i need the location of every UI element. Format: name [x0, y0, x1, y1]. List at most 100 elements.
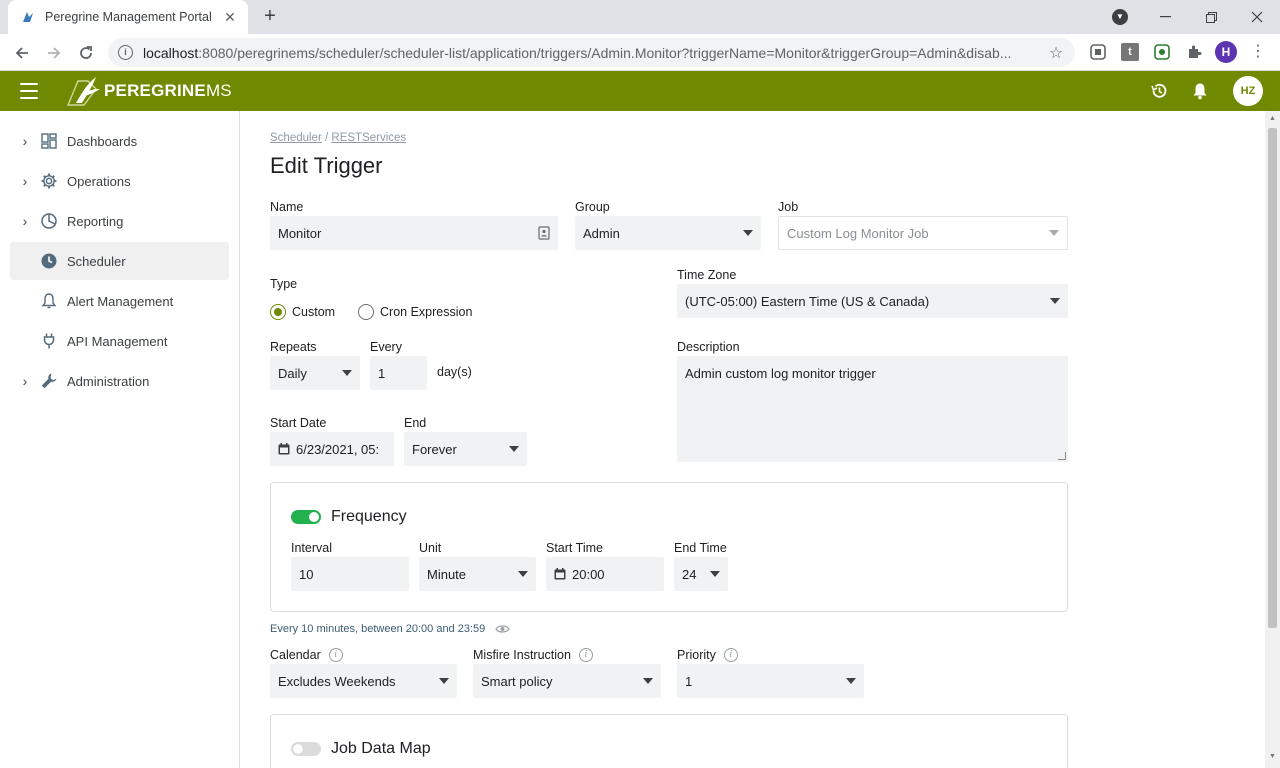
peregrine-favicon-icon [20, 9, 36, 25]
sidebar-item-api-management[interactable]: › API Management [10, 322, 229, 360]
repeats-label: Repeats [270, 340, 317, 354]
chevron-down-icon [1049, 230, 1059, 236]
restore-icon[interactable] [1188, 0, 1234, 34]
wrench-icon [40, 372, 58, 390]
repeats-select[interactable]: Daily [270, 356, 360, 390]
frequency-toggle[interactable] [291, 510, 321, 524]
sidebar-item-administration[interactable]: › Administration [10, 362, 229, 400]
extensions-puzzle-icon[interactable] [1185, 43, 1203, 61]
description-textarea[interactable]: Admin custom log monitor trigger [677, 356, 1068, 462]
info-icon[interactable]: i [723, 648, 738, 662]
minimize-icon[interactable] [1142, 0, 1188, 34]
chevron-down-icon [342, 370, 352, 376]
group-select[interactable]: Admin [575, 216, 761, 250]
chevron-right-icon: › [22, 173, 28, 189]
unit-select[interactable]: Minute [419, 557, 536, 591]
extension-t-icon[interactable]: t [1121, 43, 1139, 61]
chevron-down-icon [643, 678, 653, 684]
chevron-down-icon [710, 571, 720, 577]
user-avatar[interactable]: HZ [1233, 76, 1263, 106]
extension-grid-icon[interactable] [1089, 43, 1107, 61]
browser-menu-icon[interactable]: ⋮ [1250, 42, 1266, 62]
calendar-icon [278, 443, 290, 455]
history-icon[interactable] [1149, 81, 1169, 101]
start-time-label: Start Time [546, 541, 603, 555]
browser-tab[interactable]: Peregrine Management Portal ✕ [8, 0, 248, 34]
back-icon[interactable] [9, 40, 35, 66]
chevron-right-icon: › [22, 213, 28, 229]
sidebar-item-alert-management[interactable]: › Alert Management [10, 282, 229, 320]
every-label: Every [370, 340, 402, 354]
sidebar-item-reporting[interactable]: › Reporting [10, 202, 229, 240]
interval-input[interactable]: 10 [291, 557, 409, 591]
start-date-input[interactable]: 6/23/2021, 05: [270, 432, 394, 466]
sidebar-item-scheduler[interactable]: › Scheduler [10, 242, 229, 280]
type-custom-radio[interactable]: Custom [270, 304, 335, 320]
type-label: Type [270, 277, 298, 291]
site-info-icon[interactable]: i [118, 45, 133, 60]
sidebar-item-label: API Management [67, 333, 168, 349]
gear-icon [40, 172, 58, 190]
extension-shield-icon[interactable] [1153, 43, 1171, 61]
job-data-map-toggle[interactable] [291, 742, 321, 756]
end-select[interactable]: Forever [404, 432, 527, 466]
close-window-icon[interactable] [1234, 0, 1280, 34]
priority-select[interactable]: 1 [677, 664, 864, 698]
contact-card-icon [538, 226, 550, 240]
unit-label: Unit [419, 541, 442, 555]
tab-search-chevron-icon[interactable]: ▼ [1112, 9, 1128, 25]
url-text: localhost:8080/peregrinems/scheduler/sch… [143, 44, 1012, 61]
breadcrumb: Scheduler / RESTServices [270, 132, 407, 144]
job-data-map-panel: Job Data Map [270, 714, 1068, 768]
group-label: Group [575, 200, 610, 214]
scrollbar-thumb[interactable] [1268, 128, 1277, 628]
sidebar-nav: › Dashboards › Operations › Reporting › … [0, 111, 240, 768]
info-icon[interactable]: i [328, 648, 343, 662]
calendar-icon [554, 568, 566, 580]
hamburger-menu-icon[interactable] [20, 83, 38, 99]
clock-icon [40, 252, 58, 270]
page-title: Edit Trigger [270, 153, 383, 178]
bookmark-star-icon[interactable]: ☆ [1047, 43, 1065, 63]
end-time-label: End Time [674, 541, 727, 555]
browser-profile-avatar[interactable]: H [1215, 41, 1237, 63]
frequency-panel: Frequency Interval 10 Unit Minute Start … [270, 482, 1068, 612]
sidebar-item-label: Reporting [67, 213, 124, 229]
breadcrumb-scheduler-link[interactable]: Scheduler [270, 132, 322, 144]
reload-icon[interactable] [73, 40, 99, 66]
name-label: Name [270, 200, 304, 214]
app-header: PEREGRINEMS [0, 71, 1280, 111]
name-input[interactable]: Monitor [270, 216, 558, 250]
sidebar-item-dashboards[interactable]: › Dashboards [10, 122, 229, 160]
every-unit-text: day(s) [437, 365, 472, 379]
tab-close-icon[interactable]: ✕ [222, 9, 238, 25]
peregrine-logo[interactable]: PEREGRINEMS [66, 75, 232, 107]
start-time-input[interactable]: 20:00 [546, 557, 664, 591]
info-icon[interactable]: i [578, 648, 593, 662]
timezone-select[interactable]: (UTC-05:00) Eastern Time (US & Canada) [677, 284, 1068, 318]
job-data-map-title: Job Data Map [331, 740, 431, 757]
forward-icon[interactable] [41, 40, 67, 66]
sidebar-item-label: Administration [67, 373, 150, 389]
misfire-label: Misfire Instruction i [473, 648, 593, 662]
plug-icon [40, 332, 58, 350]
page-scrollbar[interactable]: ▲ ▼ [1265, 111, 1280, 768]
job-label: Job [778, 200, 799, 214]
eye-icon[interactable] [495, 624, 510, 634]
scroll-down-icon[interactable]: ▼ [1268, 753, 1277, 760]
chevron-down-icon [743, 230, 753, 236]
breadcrumb-restservices-link[interactable]: RESTServices [331, 132, 406, 144]
resize-grip-icon[interactable] [1058, 452, 1066, 460]
calendar-select[interactable]: Excludes Weekends [270, 664, 457, 698]
address-bar[interactable]: i localhost:8080/peregrinems/scheduler/s… [108, 38, 1075, 67]
every-input[interactable]: 1 [370, 356, 427, 390]
type-cron-radio[interactable]: Cron Expression [358, 304, 472, 320]
sidebar-item-label: Scheduler [67, 253, 126, 269]
scroll-up-icon[interactable]: ▲ [1268, 115, 1277, 122]
new-tab-plus-icon[interactable]: + [258, 6, 282, 28]
misfire-select[interactable]: Smart policy [473, 664, 661, 698]
notifications-bell-icon[interactable] [1190, 81, 1210, 101]
sidebar-item-operations[interactable]: › Operations [10, 162, 229, 200]
end-time-select[interactable]: 24 [674, 557, 728, 591]
sidebar-item-label: Dashboards [67, 133, 138, 149]
